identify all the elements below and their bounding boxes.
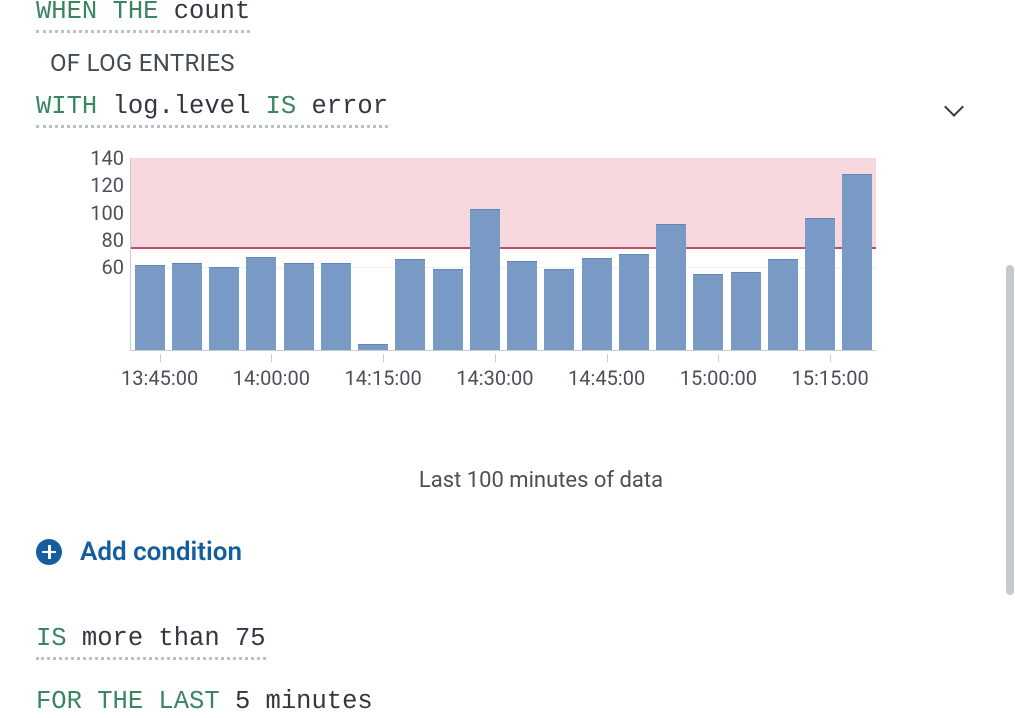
y-tick-label: 60 [44, 255, 124, 279]
x-tick-label: 15:15:00 [792, 366, 869, 390]
with-keyword: WITH [36, 92, 97, 121]
chart-caption: Last 100 minutes of data [96, 468, 986, 493]
bar [805, 218, 835, 350]
scrollbar-thumb[interactable] [1006, 265, 1014, 595]
for-last-clause[interactable]: FOR THE LAST 5 minutes [36, 686, 373, 718]
add-condition-label: Add condition [80, 537, 242, 567]
for-last-value: 5 minutes [235, 687, 373, 716]
when-clause[interactable]: WHEN THE count [36, 0, 250, 33]
add-condition-button[interactable]: Add condition [36, 537, 986, 567]
bar [321, 263, 351, 349]
y-tick-label: 120 [44, 173, 124, 197]
when-keyword: WHEN THE [36, 0, 158, 26]
x-tick-label: 14:45:00 [568, 366, 645, 390]
of-log-entries-label: OF LOG ENTRIES [36, 49, 986, 77]
y-tick-label: 140 [44, 146, 124, 170]
when-value: count [174, 0, 251, 26]
is-keyword: IS [36, 624, 67, 653]
bar [284, 263, 314, 349]
bar [693, 274, 723, 349]
bar [209, 267, 239, 349]
is-value: 75 [235, 624, 266, 653]
bar [619, 254, 649, 350]
chart: 6080100120140 13:45:0014:00:0014:15:0014… [36, 158, 886, 398]
x-tick-label: 13:45:00 [121, 366, 198, 390]
bar [470, 209, 500, 350]
bar [507, 261, 537, 350]
x-tick-label: 14:00:00 [233, 366, 310, 390]
with-is-keyword: IS [266, 92, 297, 121]
threshold-line [131, 247, 876, 249]
x-tick-label: 15:00:00 [680, 366, 757, 390]
bar [582, 258, 612, 350]
bar [395, 259, 425, 350]
with-field: log.level [113, 92, 251, 121]
y-tick-label: 80 [44, 228, 124, 252]
x-tick-label: 14:15:00 [345, 366, 422, 390]
x-tick-label: 14:30:00 [456, 366, 533, 390]
chart-plot-area: 13:45:0014:00:0014:15:0014:30:0014:45:00… [130, 158, 876, 351]
bar [433, 269, 463, 350]
bar [731, 272, 761, 350]
is-clause[interactable]: IS more than 75 [36, 623, 266, 660]
bar [656, 224, 686, 350]
with-clause[interactable]: WITH log.level IS error [36, 91, 388, 128]
bar [768, 259, 798, 350]
bar [172, 263, 202, 349]
is-comparator: more than [82, 624, 220, 653]
bar [842, 174, 872, 350]
with-value: error [312, 92, 389, 121]
plus-circle-icon [36, 539, 62, 565]
for-last-keyword: FOR THE LAST [36, 687, 220, 716]
y-tick-label: 100 [44, 201, 124, 225]
bar [544, 269, 574, 350]
chevron-down-icon[interactable] [942, 97, 968, 123]
bar [246, 257, 276, 350]
bar [135, 265, 165, 350]
threshold-zone [131, 158, 876, 247]
bar [358, 344, 388, 349]
